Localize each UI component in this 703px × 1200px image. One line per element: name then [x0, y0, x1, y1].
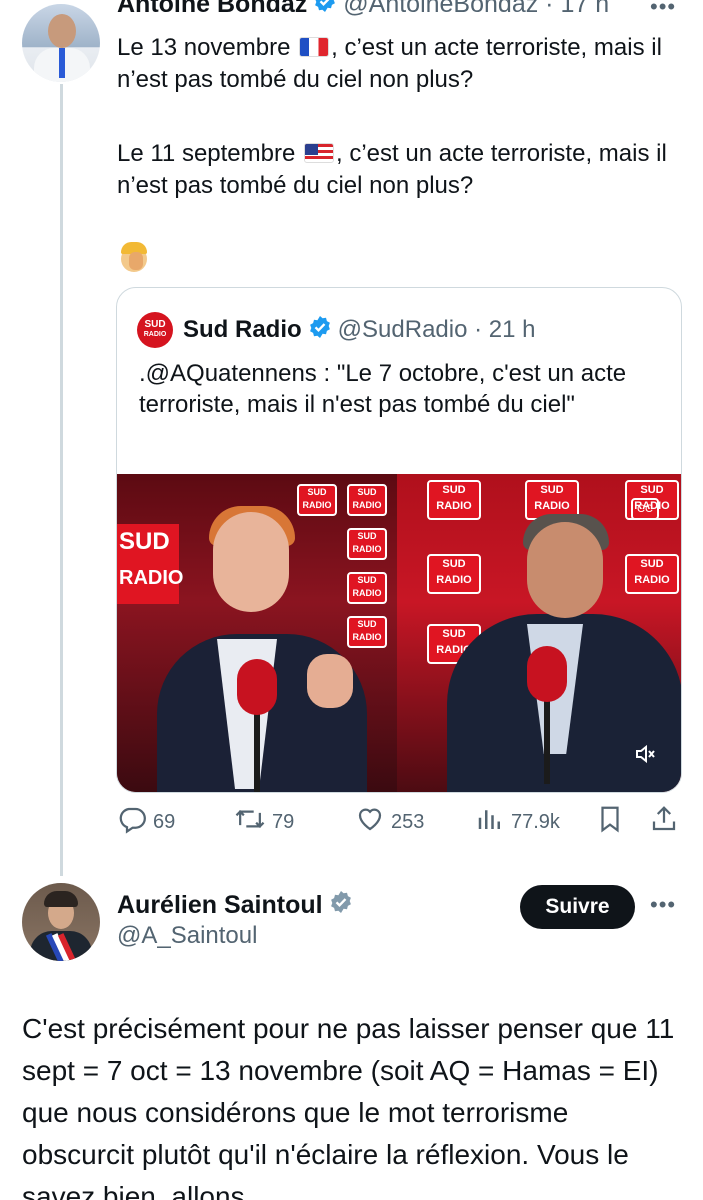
author-name[interactable]: Antoine Bondaz	[117, 0, 307, 19]
author-handle[interactable]: @AntoineBondaz	[343, 0, 538, 19]
muted-volume-icon[interactable]	[629, 742, 661, 774]
studio-sign: SUD RADIO	[625, 554, 679, 594]
studio-sign-small: SUD RADIO	[347, 616, 387, 648]
repost-button[interactable]: 79	[234, 802, 294, 842]
paragraph-1-start: Le 13 novembre	[117, 34, 298, 61]
tweet-action-bar: 69 79 253 77.9k	[117, 802, 683, 842]
studio-sign: SUD RADIO	[427, 554, 481, 594]
quoted-tweet-time[interactable]: 21 h	[489, 316, 536, 344]
studio-sign-small: SUD RADIO	[347, 572, 387, 604]
studio-sign-small: SUD RADIO	[347, 528, 387, 560]
facepalm-emoji-icon	[117, 240, 151, 274]
reply-author-name[interactable]: Aurélien Saintoul	[117, 891, 323, 920]
tweet-paragraph-1: Le 13 novembre , c’est un acte terrorist…	[117, 32, 687, 96]
microphone	[527, 646, 567, 702]
quoted-tweet-header: SUD RADIO Sud Radio @SudRadio · 21 h	[137, 310, 536, 350]
follow-button[interactable]: Suivre	[520, 885, 635, 929]
quoted-author-handle[interactable]: @SudRadio	[338, 316, 468, 344]
microphone-stand	[254, 704, 260, 792]
tweet-time[interactable]: 17 h	[560, 0, 609, 19]
views-button[interactable]: 77.9k	[475, 802, 560, 842]
sud-radio-logo-avatar[interactable]: SUD RADIO	[137, 312, 173, 348]
captions-icon[interactable]: CC	[631, 498, 659, 520]
quoted-author-name[interactable]: Sud Radio	[183, 316, 302, 344]
more-options-icon[interactable]: •••	[650, 892, 676, 918]
dot-separator: ·	[538, 0, 561, 18]
share-button[interactable]	[649, 802, 685, 842]
reply-button[interactable]: 69	[117, 802, 175, 842]
repost-count: 79	[272, 810, 295, 833]
more-options-icon[interactable]: •••	[650, 0, 676, 20]
reply-icon	[117, 804, 153, 840]
reply-header: Aurélien Saintoul	[117, 890, 359, 921]
avatar-antoine-bondaz[interactable]	[22, 4, 100, 82]
verified-badge-icon	[308, 315, 332, 346]
microphone-stand	[544, 694, 550, 784]
logo-text-bottom: RADIO	[143, 331, 167, 338]
paragraph-2-start: Le 11 septembre	[117, 140, 303, 167]
analytics-icon	[475, 804, 511, 840]
dot-separator: ·	[467, 316, 489, 343]
tweet-body: Le 13 novembre , c’est un acte terrorist…	[117, 32, 687, 202]
verified-badge-icon	[329, 890, 353, 921]
reply-count: 69	[153, 810, 176, 833]
studio-sign-large: SUD RADIO	[117, 524, 183, 604]
heart-icon	[355, 804, 391, 840]
studio-sign: SUD RADIO	[427, 480, 481, 520]
microphone	[237, 659, 277, 715]
reply-tweet-text: C'est précisément pour ne pas laisser pe…	[22, 1013, 675, 1200]
studio-sign-small: SUD RADIO	[297, 484, 337, 516]
avatar-face	[48, 14, 76, 48]
thread-connector-line	[60, 84, 63, 876]
reply-author-handle[interactable]: @A_Saintoul	[117, 922, 257, 950]
verified-badge-icon	[313, 0, 337, 20]
quoted-video[interactable]: SUD RADIO SUD RADIO SUD RADIO SUD RADIO SUD…	[117, 474, 681, 792]
logo-text-top: SUD	[144, 319, 166, 330]
tweet-paragraph-2: Le 11 septembre , c’est un acte terroris…	[117, 138, 687, 202]
bookmark-button[interactable]	[595, 802, 631, 842]
avatar-lanyard	[59, 48, 65, 78]
bookmark-icon	[595, 804, 631, 840]
quoted-tweet-text: .@AQuatennens : "Le 7 octobre, c'est un …	[139, 360, 627, 418]
repost-icon	[234, 804, 272, 840]
views-count: 77.9k	[511, 810, 560, 833]
usa-flag-icon	[304, 143, 335, 163]
like-button[interactable]: 253	[355, 802, 424, 842]
share-icon	[649, 804, 685, 840]
like-count: 253	[391, 810, 425, 833]
tweet-header: Antoine Bondaz @AntoineBondaz · 17 h	[117, 0, 609, 22]
quoted-tweet-card[interactable]: SUD RADIO Sud Radio @SudRadio · 21 h .@A…	[116, 287, 682, 793]
france-flag-icon	[299, 37, 330, 57]
avatar-aurelien-saintoul[interactable]	[22, 883, 100, 961]
studio-sign-small: SUD RADIO	[347, 484, 387, 516]
